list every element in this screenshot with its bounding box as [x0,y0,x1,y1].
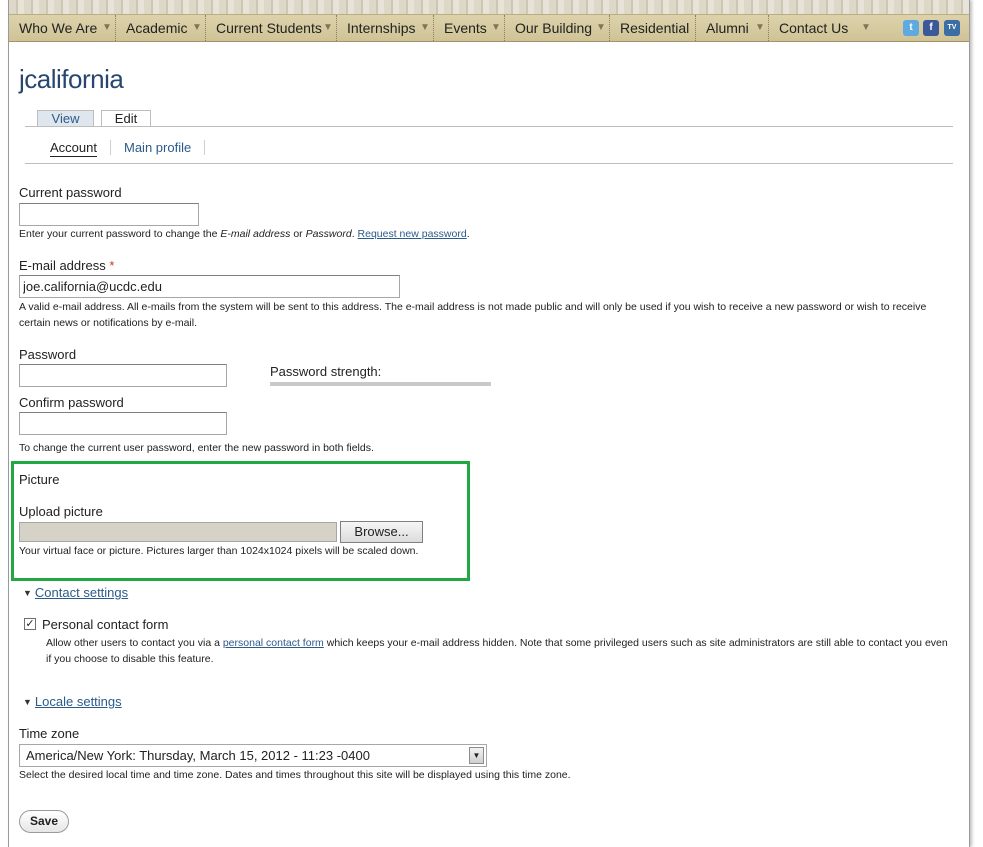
password-label: Password [19,347,77,362]
email-description: A valid e-mail address. All e-mails from… [19,301,927,329]
password-input[interactable] [19,364,227,387]
confirm-password-description: To change the current user password, ent… [19,442,374,454]
current-password-label: Current password [19,185,122,200]
password-strength-label: Password strength: [270,364,382,379]
contact-settings-toggle[interactable]: Contact settings [35,585,128,600]
contact-settings-legend[interactable]: ▼ Contact settings [23,585,128,600]
chevron-down-icon[interactable]: ▼ [102,15,112,41]
personal-contact-form-link[interactable]: personal contact form [223,637,324,649]
nav-item-label: Academic [126,20,188,36]
upload-picture-description: Your virtual face or picture. Pictures l… [19,545,419,557]
main-nav: Who We Are ▼ Academic ▼ Current Students… [9,14,969,42]
browse-button[interactable]: Browse... [340,521,423,543]
page-title: jcalifornia [19,64,124,94]
description-text: . [466,228,470,240]
timezone-selected-value: America/New York: Thursday, March 15, 20… [26,748,370,763]
collapse-triangle-icon[interactable]: ▼ [23,588,32,598]
page-frame: Who We Are ▼ Academic ▼ Current Students… [8,0,970,847]
chevron-down-icon[interactable]: ▼ [192,15,202,41]
tabs-divider [25,126,953,127]
twitter-icon[interactable]: t [903,20,919,36]
chevron-down-icon[interactable]: ▼ [596,15,606,41]
email-input[interactable] [19,275,400,298]
description-text: Allow other users to contact you via a [46,637,223,649]
personal-contact-form-description: Allow other users to contact you via a p… [46,635,954,667]
required-marker: * [109,258,115,273]
locale-settings-legend[interactable]: ▼ Locale settings [23,694,122,709]
subtab-separator [204,140,205,155]
description-text: Enter your current password to change th… [19,228,221,240]
nav-item-label: Events [444,20,487,36]
confirm-password-label: Confirm password [19,395,124,410]
description-emphasis: E-mail address [220,228,291,240]
locale-settings-toggle[interactable]: Locale settings [35,694,122,709]
current-password-input[interactable] [19,203,199,226]
email-label-text: E-mail address [19,258,106,273]
current-password-description: Enter your current password to change th… [19,226,949,242]
chevron-down-icon[interactable]: ▼ [755,15,765,41]
password-strength-bar [270,382,491,386]
subtab-account[interactable]: Account [50,140,97,157]
timezone-description: Select the desired local time and time z… [19,769,571,781]
nav-item-who-we-are[interactable]: Who We Are ▼ [9,15,116,41]
nav-item-label: Residential [620,20,690,36]
nav-item-events[interactable]: Events ▼ [434,15,505,41]
personal-contact-form-checkbox[interactable]: ✓ [24,618,36,630]
upload-picture-label: Upload picture [19,504,103,519]
tab-view[interactable]: View [37,110,94,126]
nav-item-alumni[interactable]: Alumni ▼ [696,15,769,41]
nav-item-label: Current Students [216,20,322,36]
chevron-down-icon[interactable]: ▼ [861,15,871,41]
chevron-down-icon[interactable]: ▼ [491,15,501,41]
personal-contact-form-label[interactable]: Personal contact form [42,617,168,632]
ucdc-tv-icon[interactable]: TV [944,20,960,36]
facebook-icon[interactable]: f [923,20,939,36]
nav-item-label: Alumni [706,20,749,36]
picture-section-label: Picture [19,472,60,487]
nav-item-contact-us[interactable]: Contact Us ▼ [769,15,875,41]
description-emphasis: Password [305,228,352,240]
subtabs-divider [25,163,953,164]
nav-item-current-students[interactable]: Current Students ▼ [206,15,337,41]
email-label: E-mail address * [19,258,114,273]
nav-item-residential[interactable]: Residential [610,15,696,41]
confirm-password-input[interactable] [19,412,227,435]
nav-item-label: Who We Are [19,20,98,36]
nav-item-academic[interactable]: Academic ▼ [116,15,206,41]
timezone-select[interactable]: America/New York: Thursday, March 15, 20… [19,744,487,767]
header-banner-image [9,0,969,14]
chevron-down-icon[interactable]: ▼ [323,15,333,41]
subtab-separator [110,140,111,155]
subtab-main-profile[interactable]: Main profile [124,140,191,155]
nav-item-label: Our Building [515,20,593,36]
dropdown-arrow-icon[interactable]: ▼ [469,747,484,764]
chevron-down-icon[interactable]: ▼ [420,15,430,41]
collapse-triangle-icon[interactable]: ▼ [23,697,32,707]
timezone-label: Time zone [19,726,80,741]
nav-item-our-building[interactable]: Our Building ▼ [505,15,610,41]
upload-picture-input[interactable] [19,522,337,542]
save-button[interactable]: Save [19,810,69,833]
nav-item-internships[interactable]: Internships ▼ [337,15,434,41]
nav-item-label: Internships [347,20,416,36]
description-text: or [290,228,306,240]
tab-edit[interactable]: Edit [101,110,151,127]
nav-item-label: Contact Us [779,20,849,36]
request-new-password-link[interactable]: Request new password [358,228,467,240]
